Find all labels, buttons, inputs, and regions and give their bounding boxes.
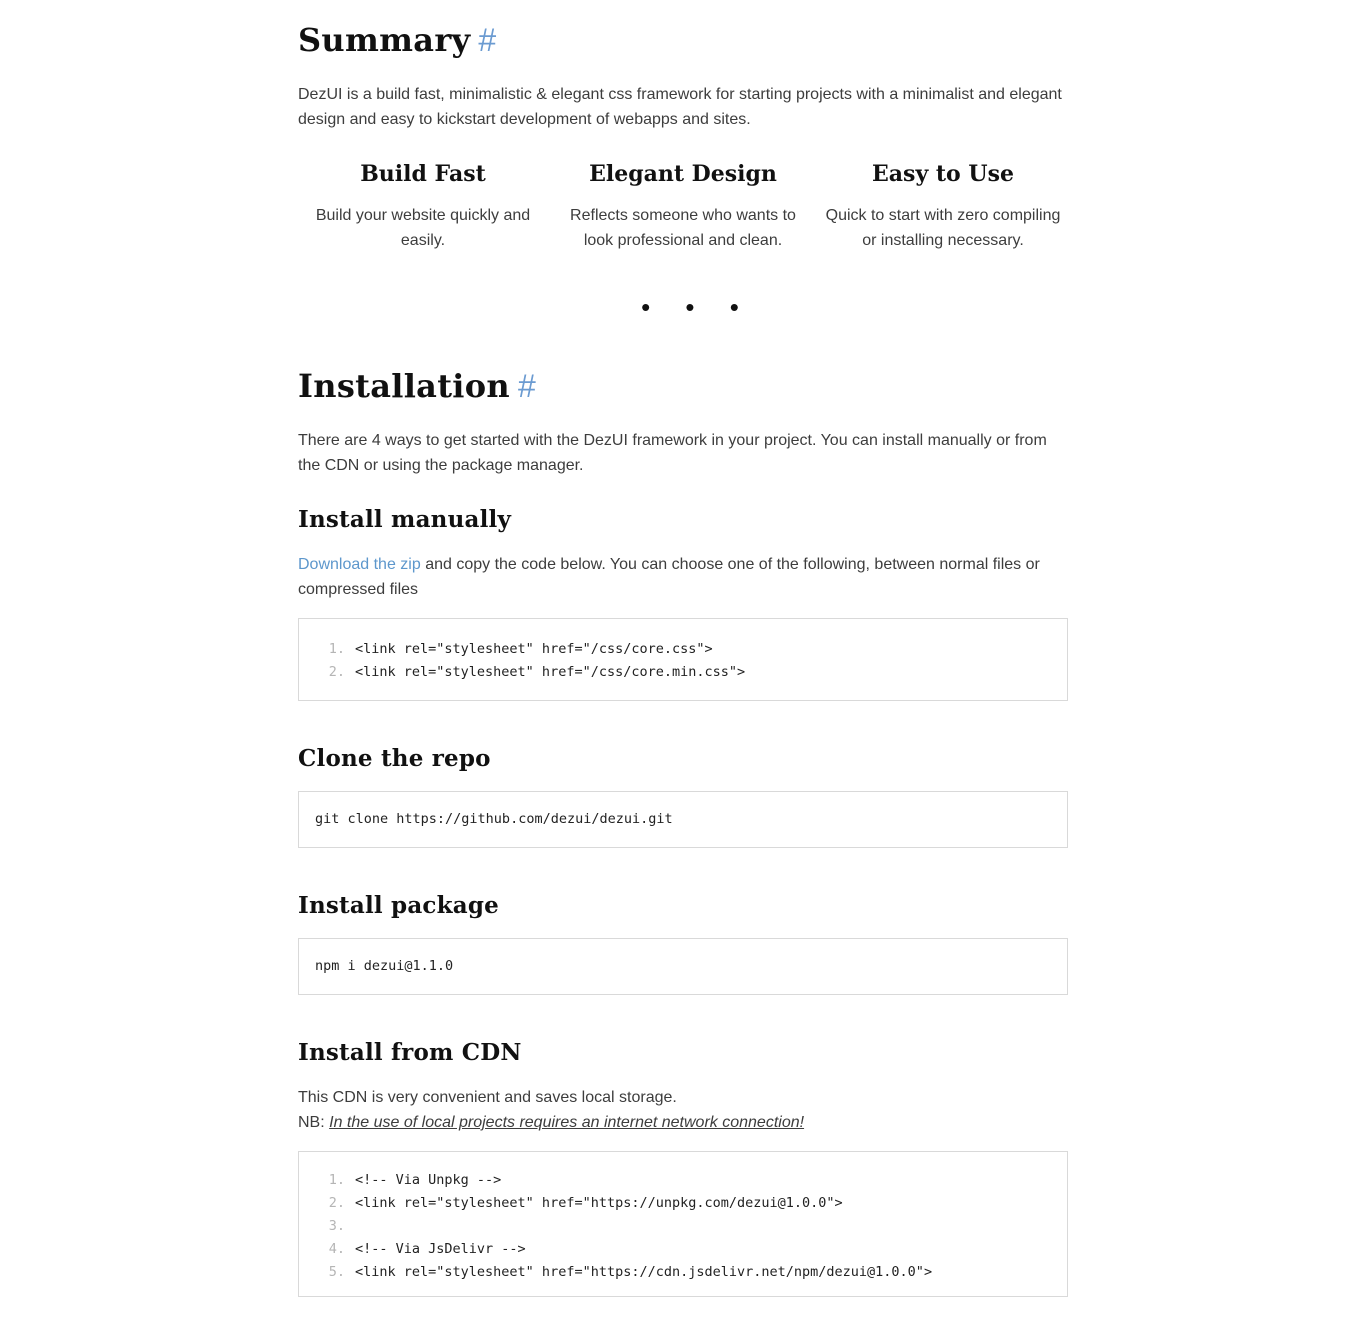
feature-text: Quick to start with zero compiling or in… [825,207,1061,249]
code-line: 5. <link rel="stylesheet" href="https://c… [299,1261,1067,1284]
package-code-block[interactable]: npm i dezui@1.1.0 [298,938,1068,995]
clone-code-block[interactable]: git clone https://github.com/dezui/dezui… [298,791,1068,848]
code-line: 1. <link rel="stylesheet" href="/css/core… [299,638,1067,661]
code-text: git clone https://github.com/dezui/dezui… [315,811,673,827]
feature-easy-to-use: Easy to Use Quick to start with zero com… [818,159,1068,253]
feature-title: Easy to Use [872,161,1014,187]
line-number: 5. [328,1264,345,1280]
summary-anchor-link[interactable]: # [478,22,496,58]
cdn-description: This CDN is very convenient and saves lo… [298,1085,1068,1135]
code-text: <!-- Via JsDelivr --> [355,1241,526,1257]
installation-description: There are 4 ways to get started with the… [298,432,1047,474]
code-text: <link rel="stylesheet" href="/css/core.m… [355,664,746,680]
line-number: 2. [328,664,345,680]
summary-title: Summary [298,21,471,59]
clone-repo-heading: Clone the repo [298,745,491,772]
code-text: <link rel="stylesheet" href="https://unp… [355,1195,843,1211]
features-row: Build Fast Build your website quickly an… [298,159,1068,253]
manual-code-block[interactable]: 1. <link rel="stylesheet" href="/css/core… [298,618,1068,701]
feature-build-fast: Build Fast Build your website quickly an… [298,159,548,253]
installation-heading: Installation # [298,366,536,406]
feature-text: Reflects someone who wants to look profe… [570,207,796,249]
nb-label: NB: [298,1114,330,1131]
summary-heading: Summary # [298,20,497,60]
code-line: 2. <link rel="stylesheet" href="https://u… [299,1192,1067,1215]
code-line: 2. <link rel="stylesheet" href="/css/core… [299,661,1067,684]
feature-text: Build your website quickly and easily. [315,207,531,249]
code-text: <!-- Via Unpkg --> [355,1172,502,1188]
install-manually-heading: Install manually [298,506,512,533]
code-line: 1. <!-- Via Unpkg --> [299,1169,1067,1192]
install-cdn-heading: Install from CDN [298,1039,522,1066]
installation-anchor-link[interactable]: # [518,368,536,404]
code-text: npm i dezui@1.1.0 [315,958,454,974]
summary-description: DezUI is a build fast, minimalistic & el… [298,86,1062,128]
code-text: <link rel="stylesheet" href="/css/core.c… [355,641,713,657]
feature-elegant-design: Elegant Design Reflects someone who want… [558,159,808,253]
feature-title: Elegant Design [589,161,777,187]
installation-title: Installation [298,367,510,405]
feature-title: Build Fast [360,161,486,187]
cdn-text: This CDN is very convenient and saves lo… [298,1089,677,1106]
line-number: 1. [328,641,345,657]
code-text: <link rel="stylesheet" href="https://cdn… [355,1264,933,1280]
line-number: 3. [328,1218,345,1234]
install-package-heading: Install package [298,892,499,919]
line-number: 1. [328,1172,345,1188]
line-number: 4. [328,1241,345,1257]
code-line: 3. [299,1215,1067,1238]
nb-note: In the use of local projects requires an… [329,1114,805,1131]
section-separator: • • • [641,292,753,322]
code-line: 4. <!-- Via JsDelivr --> [299,1238,1067,1261]
download-zip-link[interactable]: Download the zip [298,556,421,573]
line-number: 2. [328,1195,345,1211]
cdn-code-block[interactable]: 1. <!-- Via Unpkg --> 2. <link rel="styles… [298,1151,1068,1297]
install-manually-text: Download the zip and copy the code below… [298,552,1068,602]
